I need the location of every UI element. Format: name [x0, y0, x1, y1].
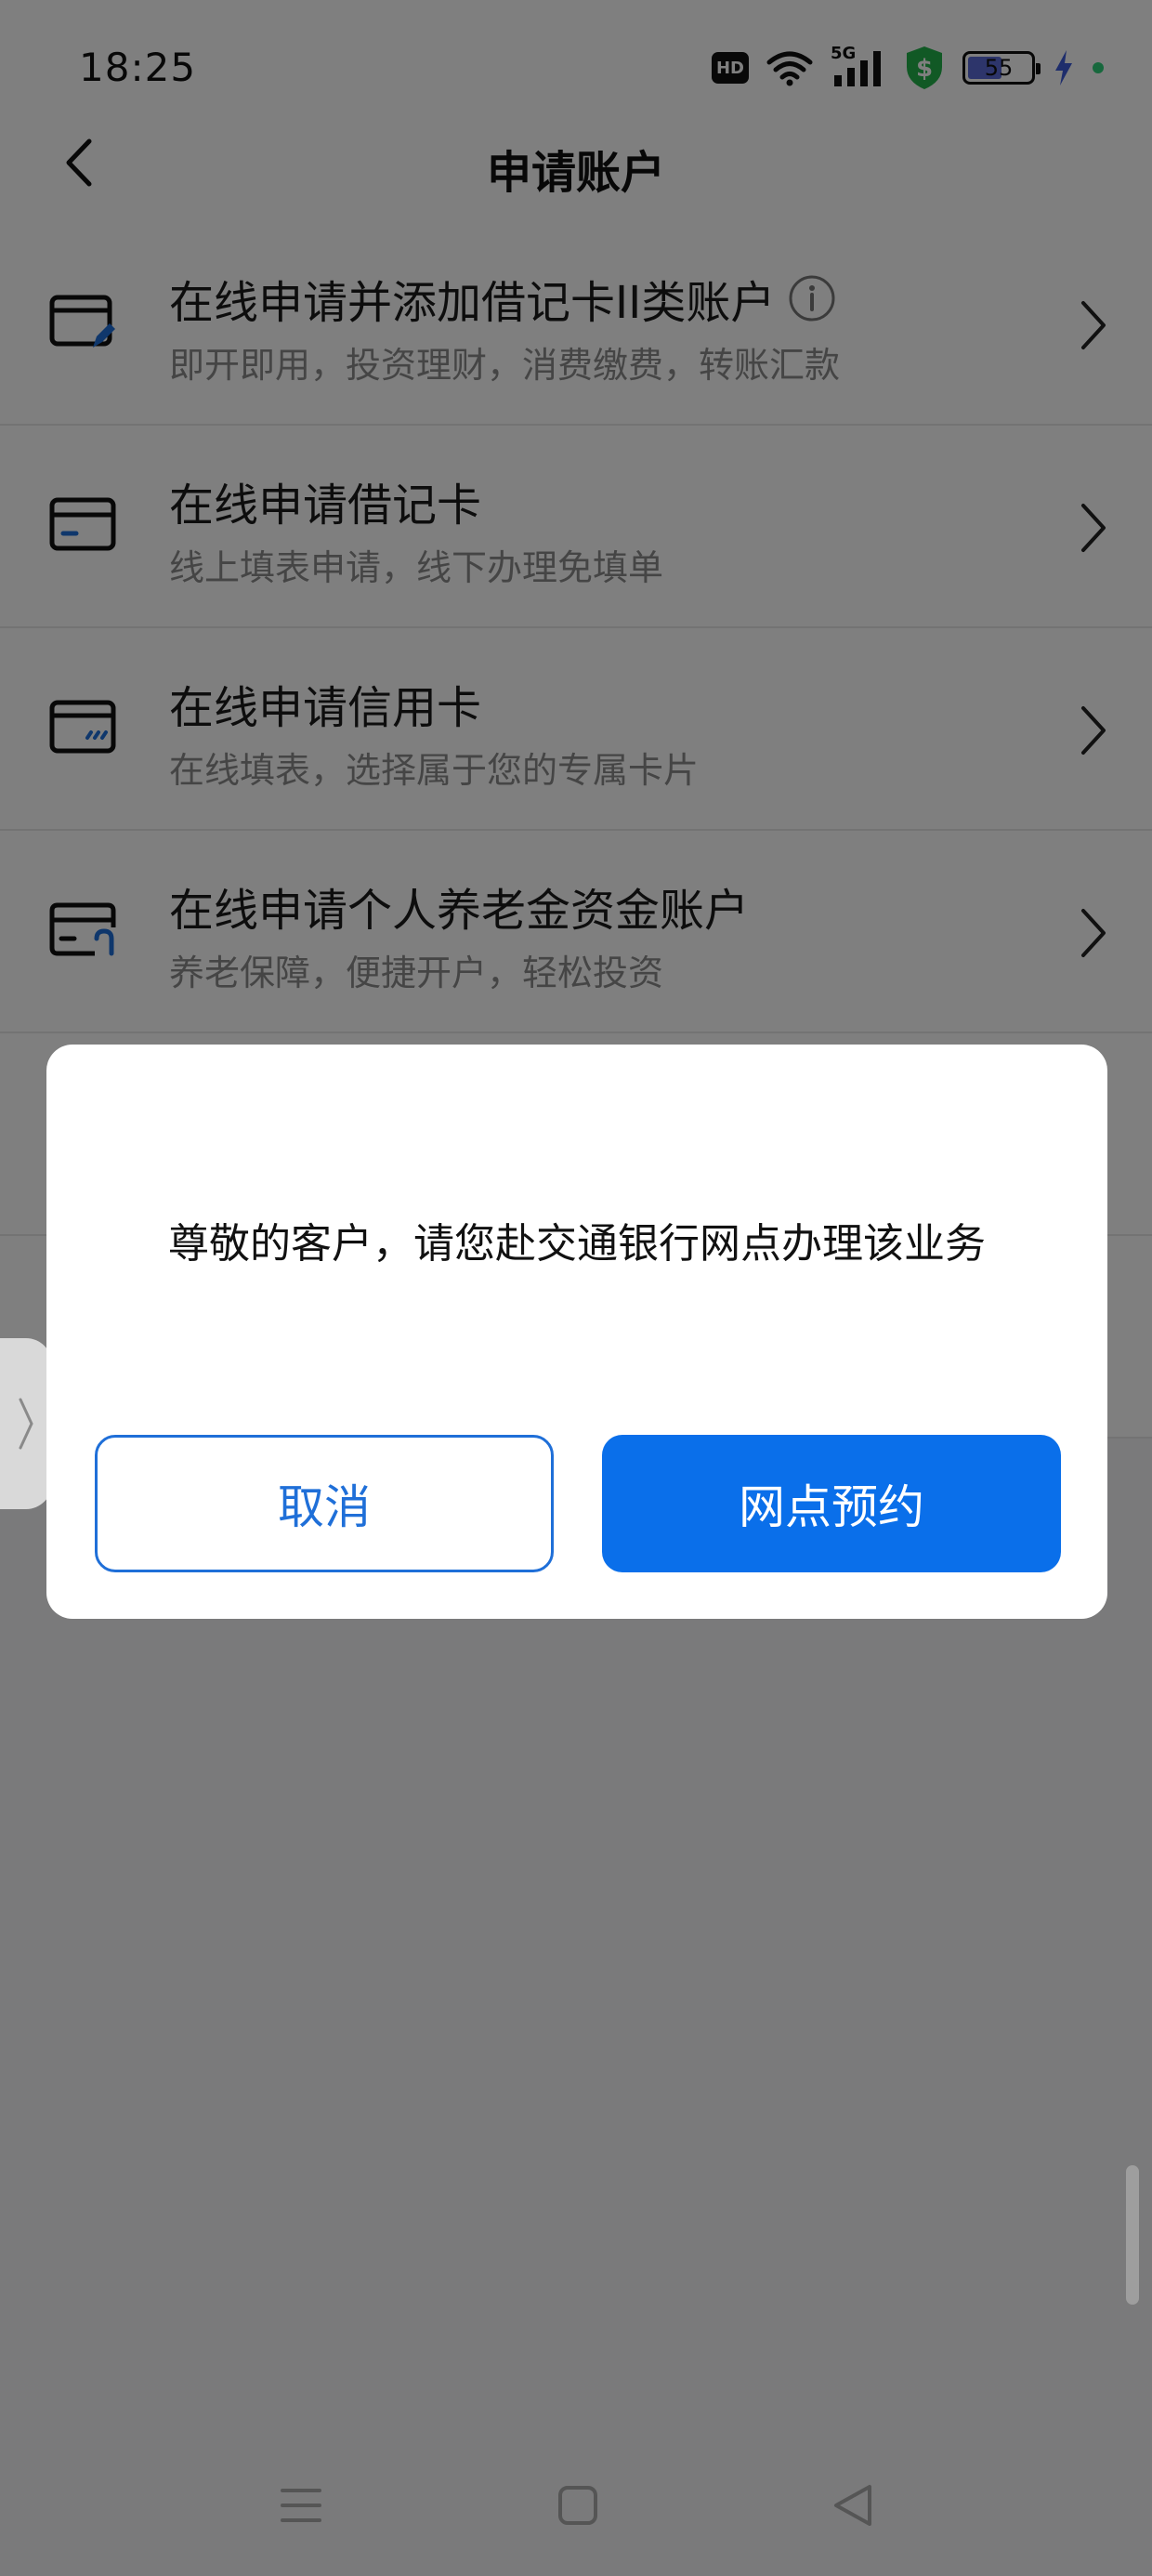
chevron-right-icon	[19, 1398, 33, 1450]
back-triangle-icon	[834, 2485, 871, 2526]
system-back-button[interactable]	[823, 2476, 883, 2535]
dialog-message: 尊敬的客户，请您赴交通银行网点办理该业务	[168, 1220, 986, 1268]
cancel-button[interactable]: 取消	[95, 1435, 554, 1572]
home-square-icon	[558, 2486, 597, 2525]
system-nav-bar	[0, 2435, 1152, 2576]
menu-icon	[281, 2489, 321, 2522]
side-panel-handle[interactable]	[0, 1338, 52, 1509]
home-button[interactable]	[548, 2476, 608, 2535]
branch-appointment-button[interactable]: 网点预约	[602, 1435, 1061, 1572]
scrollbar[interactable]	[1126, 2165, 1139, 2305]
menu-button[interactable]	[271, 2476, 331, 2535]
alert-dialog: 尊敬的客户，请您赴交通银行网点办理该业务 取消 网点预约	[46, 1045, 1107, 1619]
